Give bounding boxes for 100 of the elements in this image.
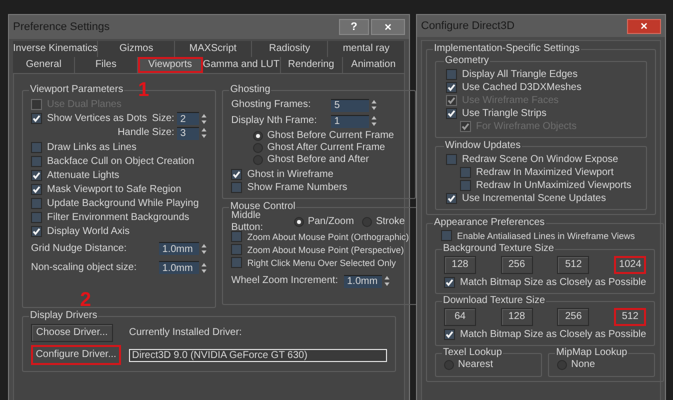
push-button[interactable]: 512: [557, 256, 590, 274]
checkbox[interactable]: [31, 212, 42, 223]
spinner-field[interactable]: 1: [331, 114, 370, 128]
checkbox[interactable]: [31, 198, 42, 209]
radio-button[interactable]: [444, 360, 454, 370]
spinner-arrows-icon[interactable]: [201, 242, 208, 254]
checkbox-label: Show Vertices as Dots: [47, 112, 148, 124]
push-button[interactable]: 256: [557, 308, 590, 326]
spinner-label: Non-scaling object size:: [31, 262, 137, 274]
checkbox-label: Enable Antialiased Lines in Wireframe Views: [457, 230, 635, 242]
tab[interactable]: Radiosity: [252, 41, 328, 57]
driver-field[interactable]: Direct3D 9.0 (NVIDIA GeForce GT 630): [129, 348, 387, 362]
push-button[interactable]: 128: [500, 308, 533, 326]
close-button[interactable]: ×: [627, 18, 661, 34]
spinner-arrows-icon[interactable]: [371, 115, 378, 127]
spinner-label: Display Nth Frame:: [231, 115, 318, 127]
checkbox[interactable]: [31, 170, 42, 181]
checkbox[interactable]: [446, 193, 457, 204]
push-button[interactable]: 512: [614, 308, 646, 326]
checkbox[interactable]: [444, 329, 455, 340]
group-title: Background Texture Size: [442, 243, 555, 255]
push-button[interactable]: 128: [444, 256, 476, 274]
spinner-arrows-icon[interactable]: [201, 262, 208, 274]
checkbox[interactable]: [446, 154, 457, 165]
radio-button[interactable]: [253, 131, 264, 141]
spinner-label: Size:: [152, 112, 174, 124]
spinner-field[interactable]: 1.0mm: [159, 242, 200, 255]
tab[interactable]: Gizmos: [98, 41, 176, 57]
spinner-field[interactable]: 1.0mm: [344, 274, 382, 288]
checkbox-label: Update Background While Playing: [47, 198, 199, 210]
radio-button[interactable]: [362, 217, 372, 227]
checkbox-label: Display World Axis: [47, 226, 130, 238]
spinner-field[interactable]: 1.0mm: [159, 261, 200, 274]
option-label: Middle Button:: [231, 210, 264, 234]
checkbox[interactable]: [31, 156, 42, 167]
checkbox[interactable]: [446, 82, 457, 93]
checkbox[interactable]: [31, 142, 42, 153]
push-button[interactable]: Choose Driver...: [31, 324, 113, 342]
checkbox-label: Show Frame Numbers: [247, 182, 348, 194]
tab[interactable]: Viewports: [138, 57, 203, 73]
checkbox[interactable]: [444, 277, 455, 288]
spinner-arrows-icon[interactable]: [201, 127, 208, 139]
push-button[interactable]: 1024: [614, 256, 646, 274]
spinner-arrows-icon[interactable]: [371, 99, 378, 111]
group-title: Implementation-Specific Settings: [433, 43, 581, 55]
checkbox[interactable]: [441, 230, 452, 241]
spinner-field[interactable]: 5: [331, 98, 370, 112]
group-title: MipMap Lookup: [555, 347, 628, 359]
tab[interactable]: mental ray: [328, 41, 405, 57]
checkbox-label: Right Click Menu Over Selected Only: [247, 256, 396, 268]
checkbox-label: Ghost in Wireframe: [247, 168, 334, 180]
tab[interactable]: MAXScript: [175, 41, 252, 57]
spinner-label: Ghosting Frames:: [231, 99, 312, 111]
radio-label: Ghost Before Current Frame: [267, 130, 394, 142]
checkbox[interactable]: [460, 167, 471, 178]
group-title: Texel Lookup: [442, 347, 503, 359]
tab[interactable]: Files: [75, 57, 138, 73]
radio-label: None: [571, 359, 595, 371]
checkbox-label: Zoom About Mouse Point (Perspective): [247, 244, 404, 256]
checkbox-label: Attenuate Lights: [47, 170, 120, 182]
push-button[interactable]: 256: [500, 256, 533, 274]
checkbox[interactable]: [446, 108, 457, 119]
checkbox[interactable]: [231, 244, 242, 255]
checkbox-label: Draw Links as Lines: [47, 142, 136, 154]
radio-label: Ghost After Current Frame: [267, 142, 386, 154]
tab[interactable]: Animation: [342, 57, 406, 73]
spinner-arrows-icon[interactable]: [201, 112, 208, 124]
radio-button[interactable]: [294, 217, 304, 227]
checkbox[interactable]: [231, 169, 242, 180]
checkbox[interactable]: [460, 180, 471, 191]
help-button[interactable]: ?: [339, 19, 369, 35]
close-button[interactable]: ×: [371, 19, 405, 35]
push-button[interactable]: Configure Driver...: [31, 345, 121, 365]
group-title: Appearance Preferences: [433, 217, 546, 229]
checkbox-label: Backface Cull on Object Creation: [47, 156, 194, 168]
spinner-field[interactable]: 3: [177, 126, 200, 140]
checkbox[interactable]: [31, 184, 42, 195]
radio-button[interactable]: [253, 143, 264, 153]
checkbox-label: Zoom About Mouse Point (Orthographic): [247, 230, 409, 242]
checkbox-label: Redraw In Maximized Viewport: [476, 166, 614, 178]
tab[interactable]: Rendering: [280, 57, 343, 73]
tab[interactable]: Gamma and LUT: [202, 57, 280, 73]
spinner-arrows-icon[interactable]: [384, 275, 390, 287]
spinner-field[interactable]: 2: [177, 112, 200, 125]
window-title: Preference Settings: [13, 21, 110, 33]
checkbox[interactable]: [31, 113, 42, 124]
checkbox-label: Match Bitmap Size as Closely as Possible: [460, 328, 646, 340]
push-button[interactable]: 64: [444, 308, 476, 326]
checkbox[interactable]: [231, 257, 242, 268]
radio-button[interactable]: [557, 360, 568, 370]
group-title: Download Texture Size: [442, 295, 546, 307]
checkbox[interactable]: [31, 226, 42, 237]
radio-label: Stroke: [376, 216, 405, 228]
radio-button[interactable]: [253, 155, 264, 165]
tab[interactable]: Inverse Kinematics: [13, 41, 98, 57]
checkbox-label: Display All Triangle Edges: [462, 68, 578, 80]
tab[interactable]: General: [13, 57, 76, 73]
checkbox[interactable]: [231, 231, 242, 242]
checkbox[interactable]: [231, 182, 242, 193]
checkbox[interactable]: [446, 69, 457, 80]
